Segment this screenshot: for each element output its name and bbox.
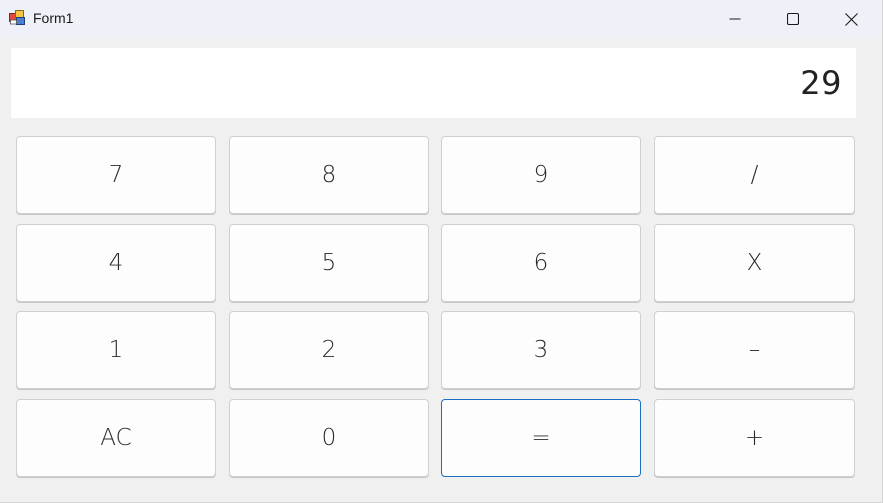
maximize-icon bbox=[787, 13, 799, 25]
minimize-icon bbox=[729, 13, 741, 25]
result-display[interactable]: 29 bbox=[11, 48, 856, 118]
key-add[interactable]: + bbox=[654, 399, 855, 477]
key-subtract[interactable]: – bbox=[654, 311, 855, 389]
minimize-button[interactable] bbox=[706, 0, 764, 38]
title-bar[interactable]: Form1 bbox=[0, 0, 882, 38]
key-6[interactable]: 6 bbox=[441, 224, 641, 302]
key-8[interactable]: 8 bbox=[229, 136, 429, 214]
key-divide[interactable]: / bbox=[654, 136, 855, 214]
key-4[interactable]: 4 bbox=[16, 224, 216, 302]
key-2[interactable]: 2 bbox=[229, 311, 429, 389]
key-equals[interactable]: = bbox=[441, 399, 641, 477]
window-title: Form1 bbox=[33, 10, 74, 26]
key-3[interactable]: 3 bbox=[441, 311, 641, 389]
key-1[interactable]: 1 bbox=[16, 311, 216, 389]
key-0[interactable]: 0 bbox=[229, 399, 429, 477]
display-value: 29 bbox=[800, 64, 842, 102]
key-multiply[interactable]: X bbox=[654, 224, 855, 302]
key-7[interactable]: 7 bbox=[16, 136, 216, 214]
maximize-button[interactable] bbox=[764, 0, 822, 38]
key-5[interactable]: 5 bbox=[229, 224, 429, 302]
app-icon bbox=[9, 10, 26, 25]
close-button[interactable] bbox=[822, 0, 880, 38]
key-9[interactable]: 9 bbox=[441, 136, 641, 214]
close-icon bbox=[844, 12, 858, 26]
key-clear[interactable]: AC bbox=[16, 399, 216, 477]
calculator-window: Form1 29 7 8 9 / 4 5 6 X 1 2 3 – AC 0 = … bbox=[0, 0, 883, 503]
